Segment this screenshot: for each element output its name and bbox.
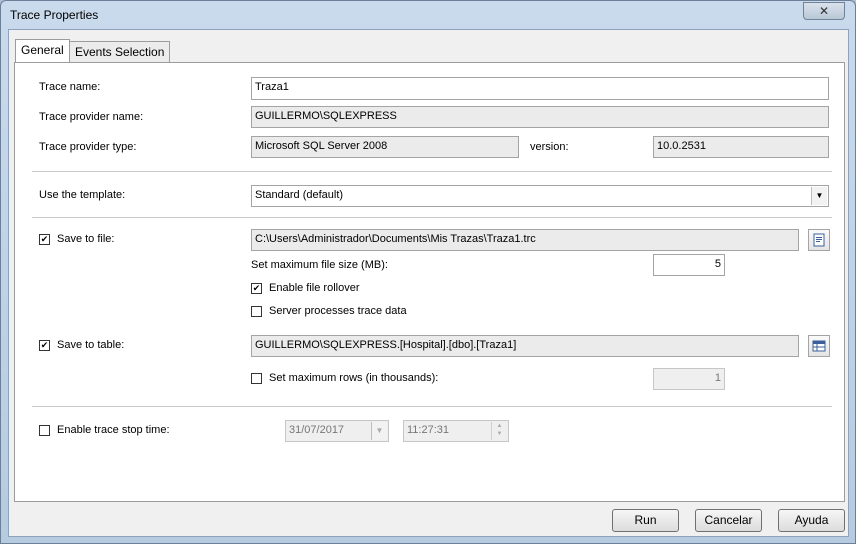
close-icon: ✕ <box>818 4 830 18</box>
help-button[interactable]: Ayuda <box>778 509 845 532</box>
dialog-client-area: General Events Selection Trace name: Tra… <box>8 29 849 537</box>
window-title: Trace Properties <box>10 8 99 22</box>
server-processes-label: Server processes trace data <box>269 305 407 317</box>
provider-name-label: Trace provider name: <box>39 111 144 123</box>
cancel-button[interactable]: Cancelar <box>695 509 762 532</box>
chevron-down-icon[interactable]: ▼ <box>811 187 827 205</box>
divider <box>32 406 832 407</box>
chevron-down-icon[interactable]: ▼ <box>371 422 387 440</box>
save-to-table-field: GUILLERMO\SQLEXPRESS.[Hospital].[dbo].[T… <box>251 335 799 357</box>
template-label: Use the template: <box>39 189 126 201</box>
stop-date-value: 31/07/2017 <box>289 424 345 436</box>
general-tab-panel: Trace name: Traza1 Trace provider name: … <box>14 62 845 502</box>
trace-name-input[interactable]: Traza1 <box>251 77 829 100</box>
stop-time-label: Enable trace stop time: <box>57 424 170 436</box>
browse-table-button[interactable] <box>808 335 830 357</box>
version-field: 10.0.2531 <box>653 136 829 158</box>
table-browse-icon <box>812 340 826 352</box>
browse-file-button[interactable] <box>808 229 830 251</box>
stop-time-checkbox[interactable] <box>39 425 50 436</box>
tab-events-selection[interactable]: Events Selection <box>69 41 171 62</box>
divider <box>32 171 832 172</box>
trace-properties-window: Trace Properties ✕ General Events Select… <box>0 0 856 544</box>
max-file-size-input[interactable]: 5 <box>653 254 725 276</box>
template-select[interactable]: Standard (default) ▼ <box>251 185 829 207</box>
max-rows-checkbox[interactable] <box>251 373 262 384</box>
file-browse-icon <box>813 233 825 247</box>
divider <box>32 217 832 218</box>
stop-time-value: 11:27:31 <box>407 424 450 436</box>
provider-name-field: GUILLERMO\SQLEXPRESS <box>251 106 829 128</box>
save-to-file-label: Save to file: <box>57 233 115 245</box>
server-processes-checkbox[interactable] <box>251 306 262 317</box>
max-rows-label: Set maximum rows (in thousands): <box>269 372 439 384</box>
max-rows-input[interactable]: 1 <box>653 368 725 390</box>
close-button[interactable]: ✕ <box>803 2 845 20</box>
enable-rollover-checkbox[interactable] <box>251 283 262 294</box>
tab-general[interactable]: General <box>15 39 70 62</box>
enable-rollover-label: Enable file rollover <box>269 282 360 294</box>
save-to-file-checkbox[interactable] <box>39 234 50 245</box>
save-to-table-label: Save to table: <box>57 339 125 351</box>
run-button[interactable]: Run <box>612 509 679 532</box>
provider-type-label: Trace provider type: <box>39 141 137 153</box>
save-to-file-path: C:\Users\Administrador\Documents\Mis Tra… <box>251 229 799 251</box>
max-file-size-label: Set maximum file size (MB): <box>251 259 388 271</box>
provider-type-field: Microsoft SQL Server 2008 <box>251 136 519 158</box>
template-select-value: Standard (default) <box>255 189 344 201</box>
spinner-icon[interactable]: ▲ ▼ <box>491 422 507 440</box>
stop-date-picker[interactable]: 31/07/2017 ▼ <box>285 420 389 442</box>
version-label: version: <box>530 141 569 153</box>
stop-time-input[interactable]: 11:27:31 ▲ ▼ <box>403 420 509 442</box>
trace-name-label: Trace name: <box>39 81 101 93</box>
save-to-table-checkbox[interactable] <box>39 340 50 351</box>
